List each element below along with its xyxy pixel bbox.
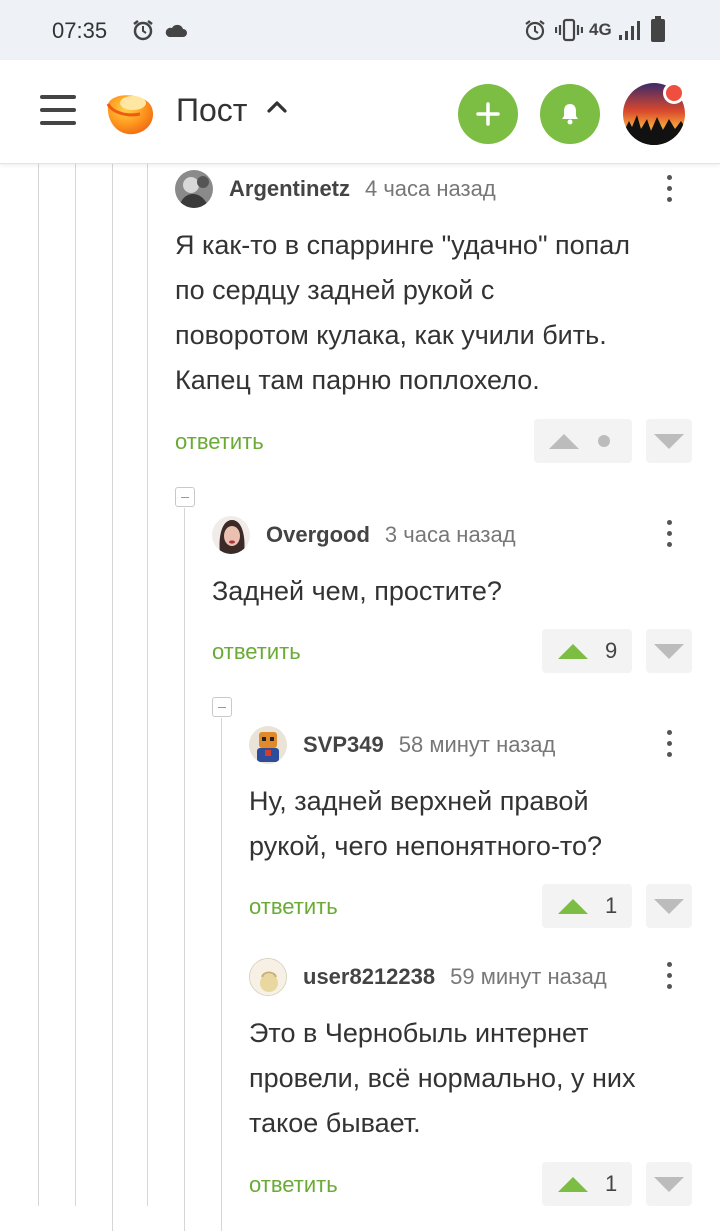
comment-text-line: Я как-то в спарринге "удачно" попал <box>175 230 631 260</box>
comment-text-line: провели, всё нормально, у них <box>249 1063 636 1093</box>
app-header: Пост <box>0 60 720 164</box>
more-options-icon[interactable] <box>665 962 675 995</box>
vote-count: 1 <box>605 1171 618 1196</box>
upvote-button[interactable]: 1 <box>542 1162 632 1206</box>
comment-time[interactable]: 3 часа назад <box>385 522 516 548</box>
comment-text-line: по сердцу задней рукой с <box>175 275 495 305</box>
plus-icon <box>476 102 500 126</box>
comment-text-line: Ну, задней верхней правой <box>249 786 589 816</box>
comment-author[interactable]: user8212238 <box>303 964 435 990</box>
downvote-button[interactable] <box>646 884 692 928</box>
status-time: 07:35 <box>52 18 108 43</box>
arrow-up-icon <box>558 899 588 914</box>
upvote-button[interactable] <box>534 419 632 463</box>
pikabu-logo[interactable] <box>102 84 158 140</box>
thread-line[interactable] <box>221 718 222 1231</box>
alarm-icon-right <box>525 20 545 41</box>
upvote-button[interactable]: 9 <box>542 629 632 673</box>
reply-link[interactable]: ответить <box>212 639 301 665</box>
arrow-down-icon <box>654 899 684 914</box>
battery-icon <box>651 16 665 42</box>
arrow-down-icon <box>654 1177 684 1192</box>
more-options-icon[interactable] <box>665 175 675 208</box>
reply-link[interactable]: ответить <box>249 894 338 920</box>
upvote-button[interactable]: 1 <box>542 884 632 928</box>
downvote-button[interactable] <box>646 629 692 673</box>
comment-text-line: Задней чем, простите? <box>212 576 502 606</box>
thread-line[interactable] <box>75 164 76 1206</box>
signal-icon <box>619 21 640 40</box>
comment-author[interactable]: Argentinetz <box>229 176 350 202</box>
reply-link[interactable]: ответить <box>175 429 264 455</box>
chevron-up-icon[interactable] <box>266 98 288 114</box>
bell-icon <box>562 104 578 125</box>
comment-text-line: рукой, чего непонятного-то? <box>249 831 603 861</box>
avatar[interactable] <box>212 516 250 554</box>
alarm-icon <box>133 20 153 41</box>
network-type: 4G <box>589 20 612 39</box>
status-bar: 07:35 4G <box>0 0 720 60</box>
thread-line[interactable] <box>184 508 185 1231</box>
comment-text-line: поворотом кулака, как учили бить. <box>175 320 607 350</box>
arrow-up-icon <box>558 644 588 659</box>
downvote-button[interactable] <box>646 1162 692 1206</box>
comment-time[interactable]: 59 минут назад <box>450 964 607 990</box>
more-options-icon[interactable] <box>665 730 675 763</box>
comment-text-line: Это в Чернобыль интернет <box>249 1018 589 1048</box>
vote-count: 9 <box>605 638 618 663</box>
notification-badge <box>663 82 685 104</box>
more-options-icon[interactable] <box>665 520 675 553</box>
comment-author[interactable]: SVP349 <box>303 732 384 758</box>
arrow-up-icon <box>549 434 579 449</box>
reply-link[interactable]: ответить <box>249 1172 338 1198</box>
comment-time[interactable]: 58 минут назад <box>399 732 556 758</box>
avatar[interactable] <box>175 170 213 208</box>
avatar[interactable] <box>249 726 287 764</box>
arrow-down-icon <box>654 644 684 659</box>
arrow-up-icon <box>558 1177 588 1192</box>
add-post-button[interactable] <box>458 84 518 144</box>
page-title[interactable]: Пост <box>176 92 247 129</box>
collapse-thread-button[interactable] <box>212 697 232 717</box>
collapse-thread-button[interactable] <box>175 487 195 507</box>
comment-author[interactable]: Overgood <box>266 522 370 548</box>
downvote-button[interactable] <box>646 419 692 463</box>
rating-hidden-dot <box>598 435 610 447</box>
arrow-down-icon <box>654 434 684 449</box>
comment-text-line: Капец там парню поплохело. <box>175 365 540 395</box>
thread-line[interactable] <box>38 164 39 1206</box>
notifications-button[interactable] <box>540 84 600 144</box>
cloud-icon <box>165 24 187 37</box>
avatar[interactable] <box>249 958 287 996</box>
vibrate-icon <box>555 18 583 42</box>
thread-line[interactable] <box>147 164 148 1206</box>
menu-icon[interactable] <box>40 95 76 129</box>
comment-time[interactable]: 4 часа назад <box>365 176 496 202</box>
thread-line[interactable] <box>112 164 113 1231</box>
vote-count: 1 <box>605 893 618 918</box>
comment-text-line: такое бывает. <box>249 1108 421 1138</box>
